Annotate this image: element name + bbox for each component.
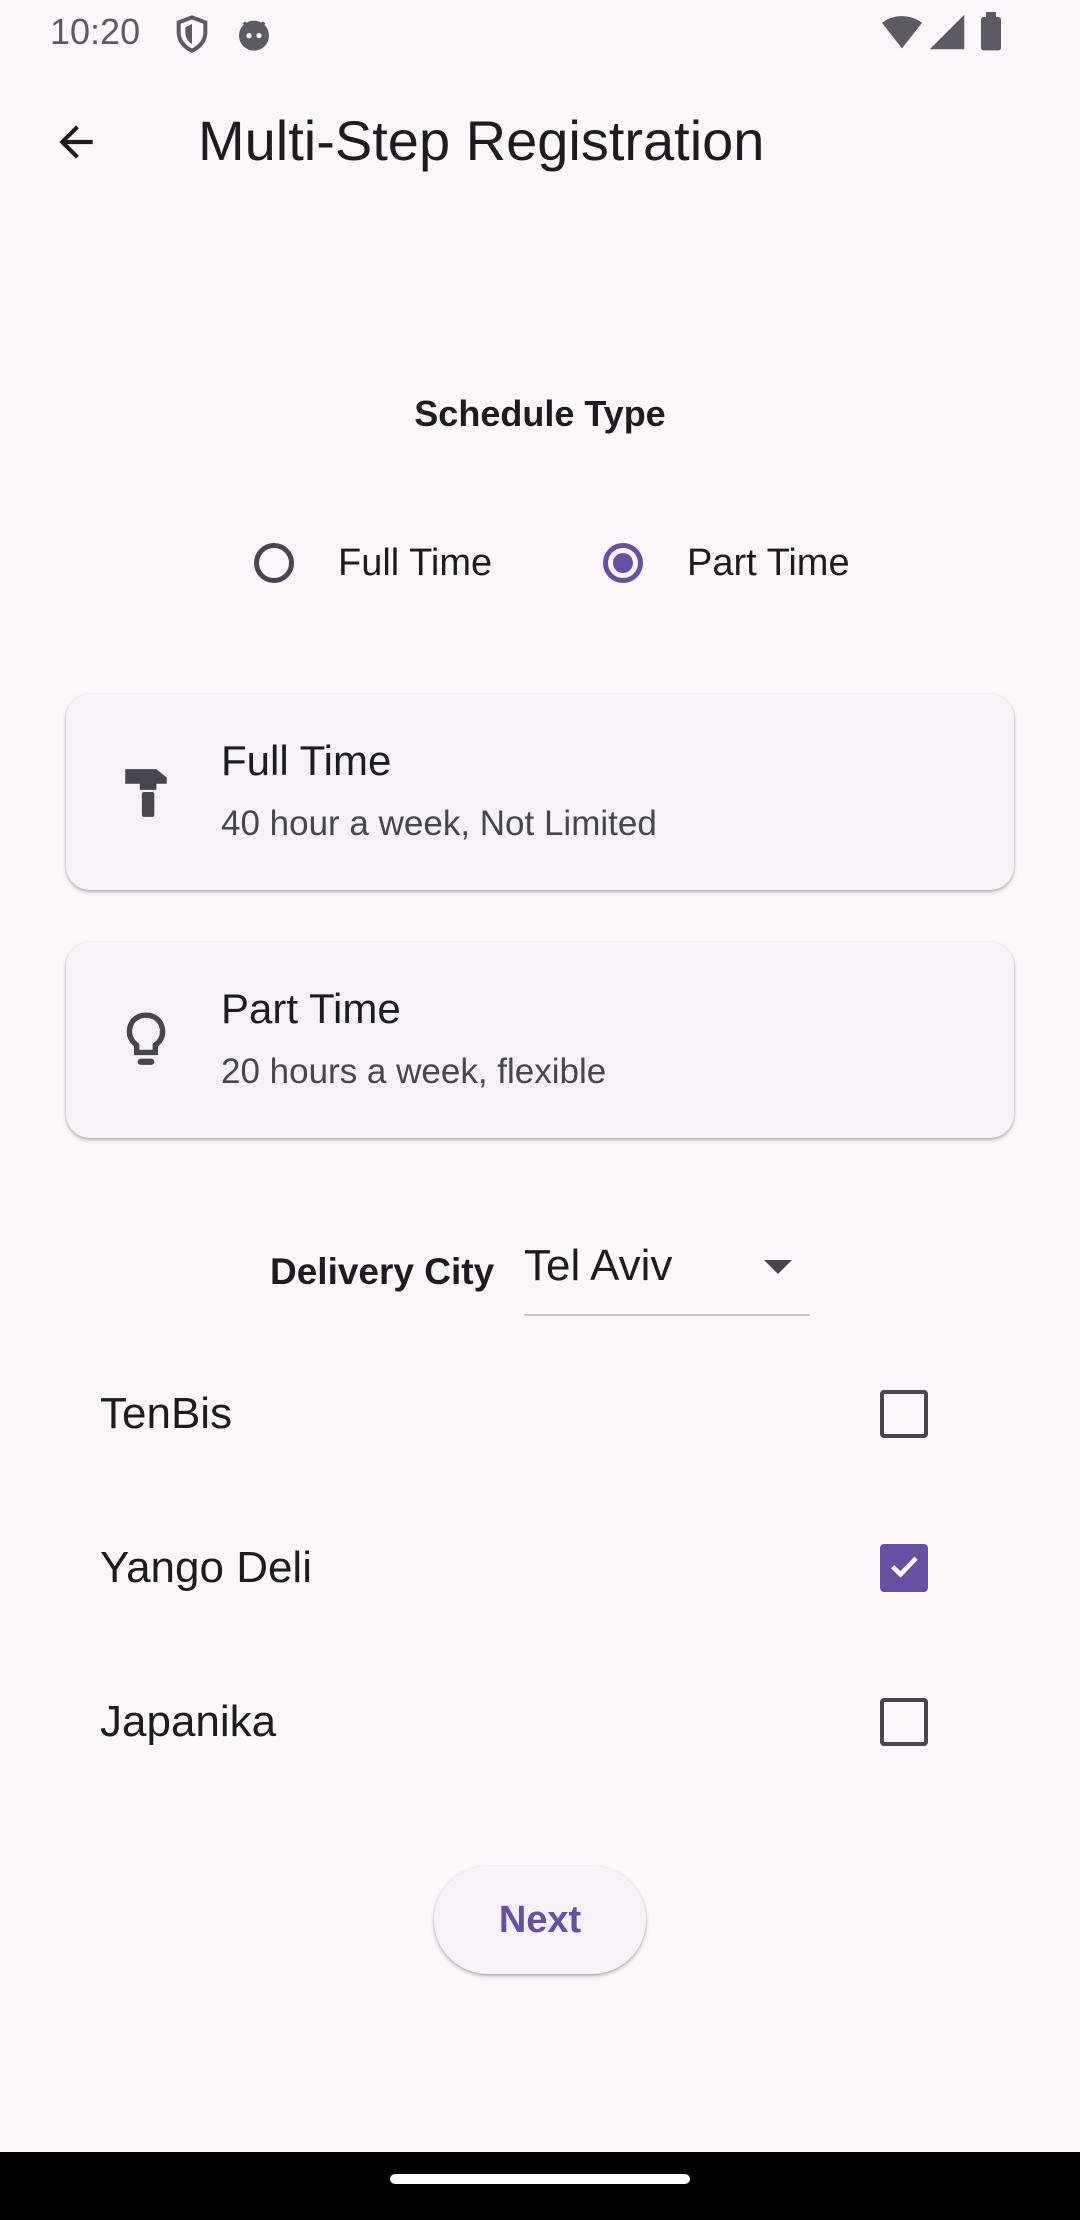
home-handle[interactable] [390, 2174, 690, 2184]
android-face-icon [234, 14, 274, 54]
checkbox-yango-deli[interactable] [880, 1544, 928, 1592]
card-subtitle: 40 hour a week, Not Limited [221, 804, 657, 843]
radio-unselected-icon[interactable] [254, 543, 294, 583]
hammer-icon [116, 762, 176, 822]
lightbulb-icon [116, 1010, 176, 1070]
schedule-radio-group: Full Time Part Time [0, 530, 1080, 596]
wifi-icon [880, 12, 924, 52]
card-title: Part Time [221, 985, 401, 1032]
navigation-bar [0, 2152, 1080, 2220]
radio-part-time-label[interactable]: Part Time [687, 542, 850, 585]
check-icon [887, 1549, 921, 1588]
status-time: 10:20 [50, 11, 141, 52]
cell-signal-icon [928, 12, 966, 52]
delivery-city-value[interactable]: Tel Aviv [524, 1240, 672, 1292]
checkbox-label: Japanika [100, 1697, 277, 1746]
checkbox-row-tenbis[interactable]: TenBis [0, 1364, 1080, 1464]
radio-selected-icon[interactable] [603, 543, 643, 583]
radio-full-time[interactable]: Full Time [254, 530, 492, 596]
card-full-time[interactable]: Full Time 40 hour a week, Not Limited [66, 694, 1014, 890]
radio-full-time-label[interactable]: Full Time [338, 542, 492, 585]
checkbox-tenbis[interactable] [880, 1390, 928, 1438]
delivery-city-dropdown[interactable]: Tel Aviv [524, 1232, 810, 1316]
battery-icon [976, 12, 1006, 52]
card-part-time[interactable]: Part Time 20 hours a week, flexible [66, 942, 1014, 1138]
page-title: Multi-Step Registration [198, 109, 765, 172]
card-title: Full Time [221, 737, 392, 784]
checkbox-label: TenBis [100, 1389, 233, 1438]
delivery-city-label: Delivery City [270, 1251, 495, 1292]
back-button[interactable] [36, 104, 116, 184]
dropdown-caret-icon[interactable] [764, 1260, 792, 1274]
shield-icon [172, 14, 212, 54]
checkbox-row-yango-deli[interactable]: Yango Deli [0, 1518, 1080, 1618]
checkbox-label: Yango Deli [100, 1543, 312, 1592]
radio-part-time[interactable]: Part Time [603, 530, 850, 596]
checkbox-row-japanika[interactable]: Japanika [0, 1672, 1080, 1772]
arrow-back-icon [51, 117, 101, 172]
checkbox-japanika[interactable] [880, 1698, 928, 1746]
next-button[interactable]: Next [434, 1866, 646, 1974]
schedule-type-heading: Schedule Type [414, 393, 666, 434]
card-subtitle: 20 hours a week, flexible [221, 1052, 607, 1091]
